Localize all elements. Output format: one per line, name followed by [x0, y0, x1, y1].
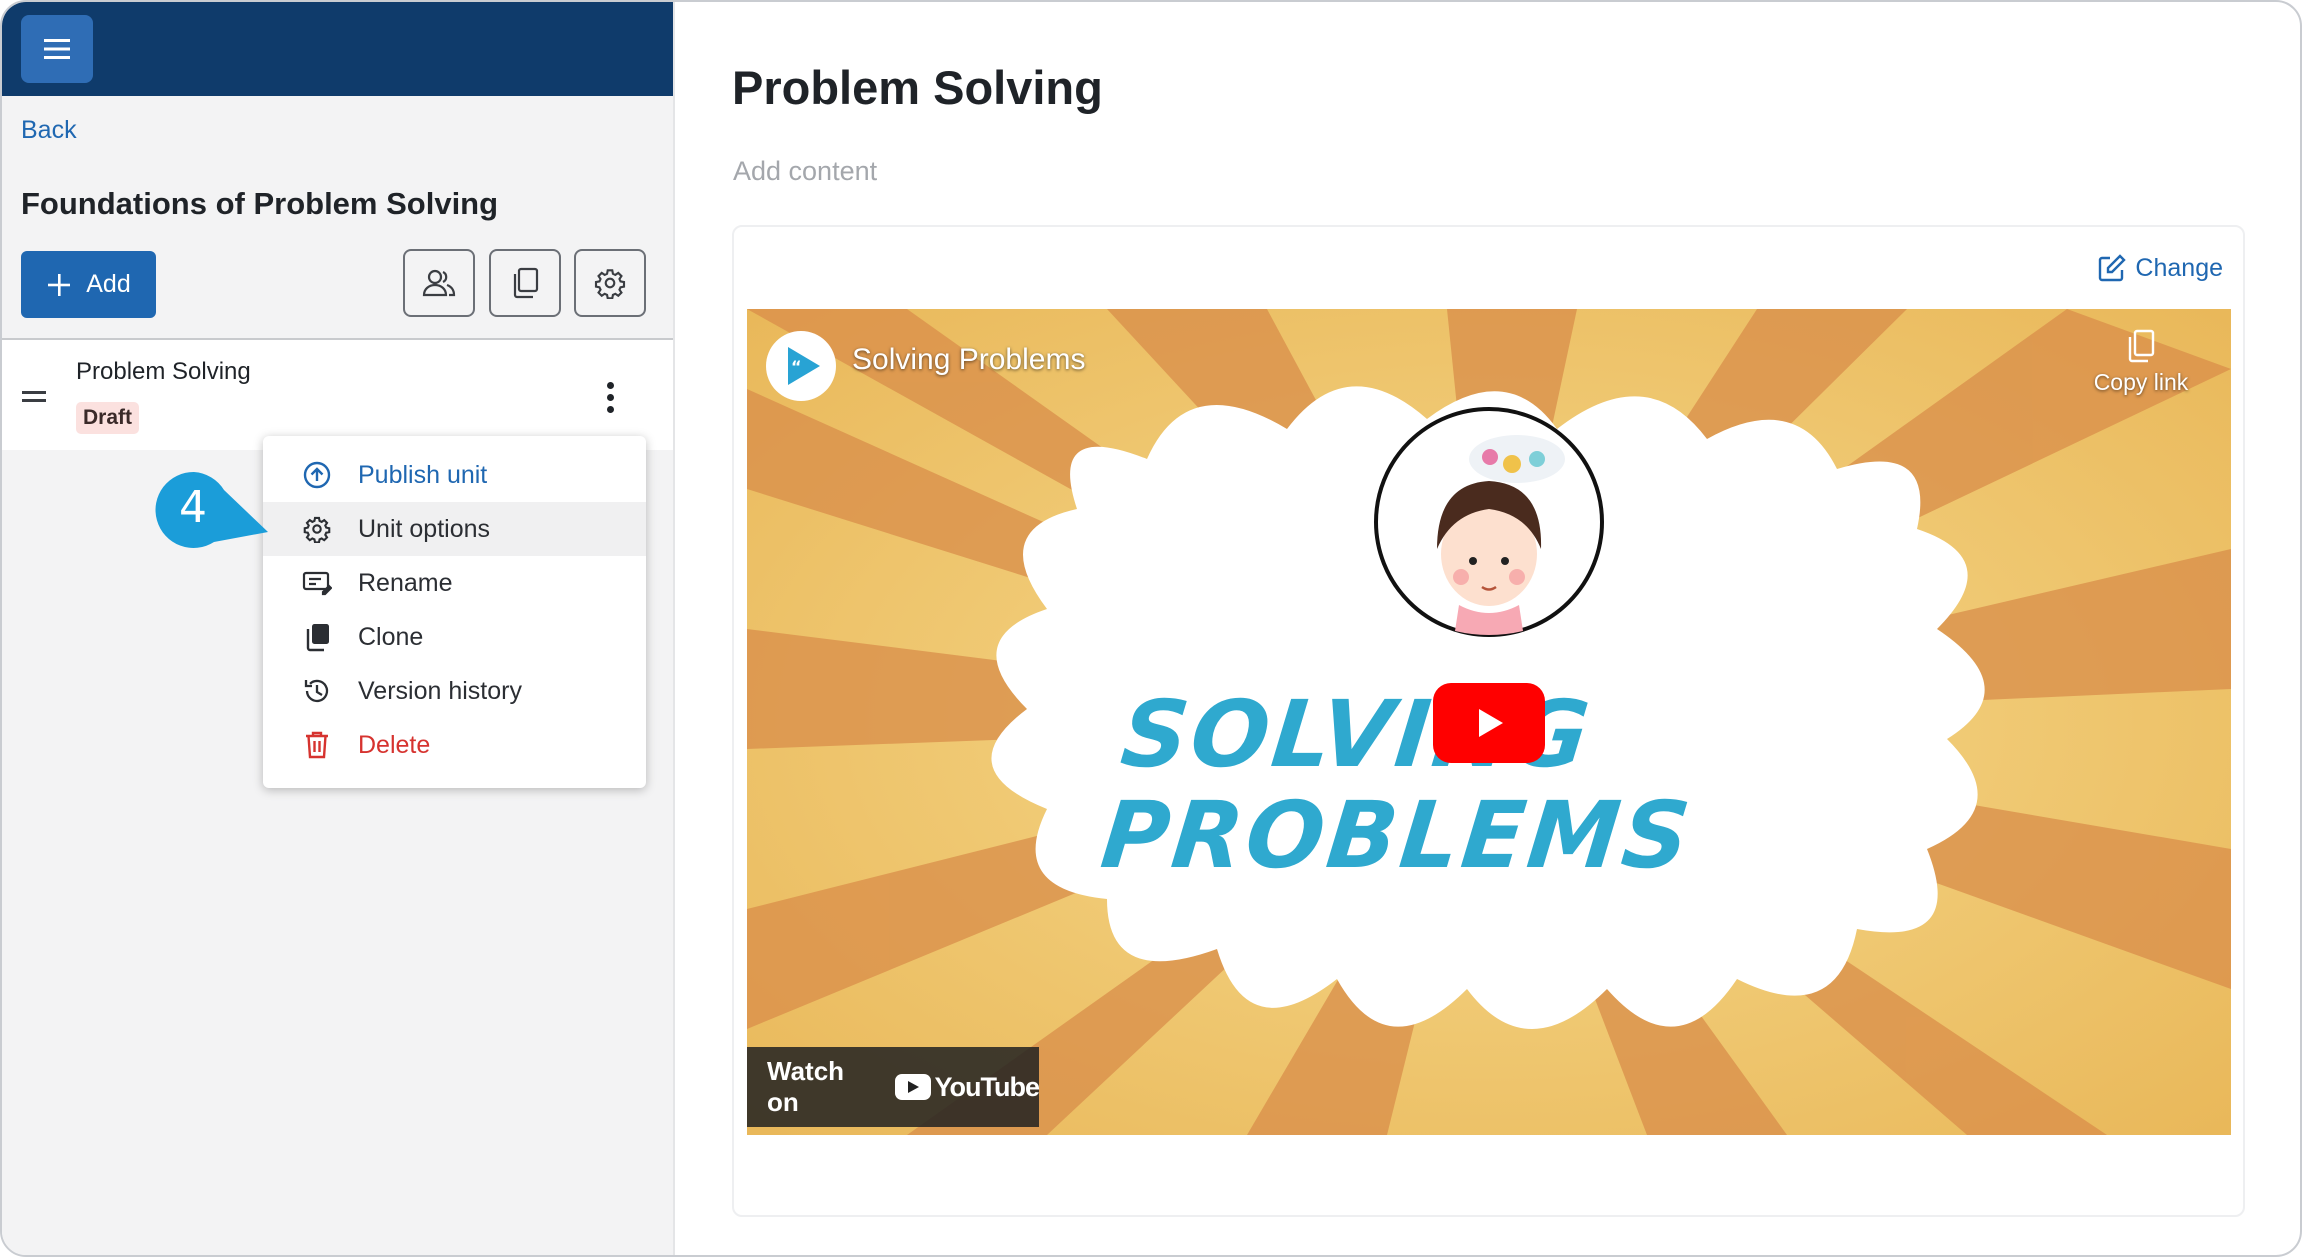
menu-item-label: Clone: [358, 622, 424, 651]
youtube-logo: YouTube: [894, 1071, 1040, 1103]
step-callout: 4: [154, 470, 270, 550]
manage-users-button[interactable]: [403, 249, 475, 317]
play-button[interactable]: [1433, 683, 1545, 763]
menu-item-label: Version history: [358, 676, 522, 705]
step-number: 4: [179, 482, 207, 533]
play-icon: [1479, 709, 1503, 737]
app-window: Back Foundations of Problem Solving Add: [0, 0, 2302, 1257]
menu-item-clone[interactable]: Clone: [263, 610, 646, 664]
top-bar: [2, 2, 673, 96]
more-options-icon[interactable]: [600, 382, 620, 416]
hamburger-menu-button[interactable]: [21, 15, 93, 83]
copy-icon: [513, 267, 539, 299]
rename-icon: [302, 571, 332, 596]
upload-circle-icon: [303, 461, 331, 489]
youtube-wordmark: YouTube: [934, 1071, 1040, 1102]
copy-icon: [2128, 329, 2155, 363]
clone-icon: [306, 624, 329, 652]
copy-link-button[interactable]: Copy link: [2086, 329, 2196, 396]
unit-name: Problem Solving: [76, 358, 251, 385]
channel-logo-icon: “: [788, 347, 820, 385]
main-content: Problem Solving Add content Change SOLVI…: [677, 2, 2300, 1255]
history-icon: [304, 679, 329, 703]
gear-icon: [303, 516, 331, 543]
course-settings-button[interactable]: [574, 249, 646, 317]
menu-item-label: Delete: [358, 730, 431, 759]
trash-icon: [306, 731, 328, 759]
menu-item-version-history[interactable]: Version history: [263, 664, 646, 718]
edit-icon: [2099, 254, 2127, 282]
video-content-card: Change SOLVING PROBLEMS “ Solving Proble…: [732, 225, 2245, 1217]
add-content-placeholder[interactable]: Add content: [733, 156, 877, 187]
menu-item-delete[interactable]: Delete: [263, 718, 646, 772]
menu-item-rename[interactable]: Rename: [263, 556, 646, 610]
menu-item-unit-options[interactable]: Unit options: [263, 502, 646, 556]
copy-button[interactable]: [489, 249, 561, 317]
menu-item-label: Publish unit: [358, 460, 488, 489]
page-title: Problem Solving: [732, 61, 1103, 114]
youtube-embed[interactable]: SOLVING PROBLEMS “ Solving Problems Copy…: [747, 309, 2231, 1135]
drag-handle-icon[interactable]: [22, 391, 46, 407]
course-title: Foundations of Problem Solving: [21, 186, 499, 221]
gear-icon: [594, 269, 626, 299]
channel-avatar[interactable]: “: [766, 331, 836, 401]
thumbnail-title-line2: PROBLEMS: [1096, 782, 1698, 889]
change-video-link[interactable]: Change: [2097, 253, 2223, 283]
watch-on-label: Watch on: [767, 1056, 845, 1117]
add-button[interactable]: Add: [21, 251, 156, 318]
status-badge: Draft: [76, 402, 140, 434]
menu-item-label: Unit options: [358, 514, 491, 543]
video-title[interactable]: Solving Problems: [852, 343, 1085, 377]
unit-context-menu: Publish unit Unit options Rename Clone V…: [263, 436, 646, 788]
youtube-play-icon: [894, 1074, 931, 1100]
menu-item-publish-unit[interactable]: Publish unit: [263, 448, 646, 502]
users-icon: [422, 269, 456, 297]
hamburger-icon: [44, 39, 70, 59]
plus-icon: [48, 273, 71, 296]
unit-list-item[interactable]: Problem Solving Draft: [2, 340, 673, 450]
menu-item-label: Rename: [358, 568, 453, 597]
watch-on-youtube-button[interactable]: Watch on YouTube: [747, 1047, 1040, 1127]
add-button-label: Add: [86, 270, 131, 298]
copy-link-label: Copy link: [2093, 369, 2189, 395]
svg-text:“: “: [791, 357, 802, 376]
back-link[interactable]: Back: [21, 116, 77, 145]
change-label: Change: [2135, 253, 2223, 282]
